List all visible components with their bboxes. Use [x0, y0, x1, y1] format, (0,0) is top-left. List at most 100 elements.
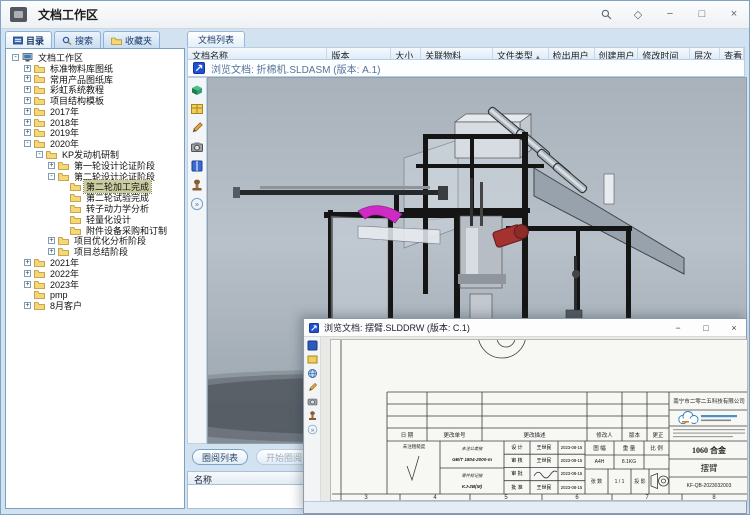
expand-icon[interactable]: +: [24, 97, 31, 104]
material: 1060 合金: [669, 441, 748, 459]
sign-role: 批 准: [504, 481, 530, 494]
book-icon[interactable]: [190, 158, 205, 173]
collapse-icon[interactable]: -: [36, 151, 43, 158]
expand-icon[interactable]: +: [24, 281, 31, 288]
tree-item[interactable]: +2017年: [6, 106, 184, 117]
col-version: 版本: [622, 428, 647, 441]
stamp-icon[interactable]: [190, 177, 205, 192]
roughness-note: 未注粗糙度: [389, 443, 439, 451]
camera-icon[interactable]: [307, 396, 318, 407]
tab-label: 目录: [26, 34, 44, 47]
tree-item-label[interactable]: 2023年: [48, 278, 81, 291]
folder-icon: [34, 118, 45, 127]
annotate-box-icon[interactable]: [307, 354, 318, 365]
browse-doc-icon: [309, 323, 319, 333]
expand-icon[interactable]: +: [24, 270, 31, 277]
titlebar: 文档工作区 ◇ − □ ×: [1, 1, 749, 29]
sidebar-tab-directory[interactable]: 目录: [5, 31, 52, 48]
window-title: 文档工作区: [38, 6, 98, 23]
zone-number: 5: [501, 494, 511, 501]
expand-toolbar-icon[interactable]: »: [307, 424, 318, 435]
svg-text:»: »: [195, 201, 199, 208]
tab-document-list[interactable]: 文档列表: [187, 31, 245, 47]
review-list-button[interactable]: 圈阅列表: [192, 449, 248, 465]
sign-name: 王世民: [530, 481, 558, 494]
folder-icon: [34, 258, 45, 267]
globe-icon[interactable]: [307, 368, 318, 379]
view-model-icon[interactable]: [190, 82, 205, 97]
collapse-icon[interactable]: -: [24, 140, 31, 147]
collapse-icon[interactable]: -: [12, 54, 19, 61]
refresh-icon[interactable]: ◇: [629, 6, 647, 22]
sidebar-tab-favorites[interactable]: 收藏夹: [103, 31, 160, 48]
tree-item[interactable]: +2023年: [6, 279, 184, 290]
close-button[interactable]: ×: [725, 6, 743, 22]
camera-icon[interactable]: [190, 139, 205, 154]
expand-icon[interactable]: +: [24, 108, 31, 115]
expand-icon[interactable]: +: [24, 259, 31, 266]
tree-item[interactable]: +项目总结阶段: [6, 246, 184, 257]
collapse-icon[interactable]: -: [48, 173, 55, 180]
drawing-sheet[interactable]: 南宁市二零二五科技有限公司 日 期 更改单号 更改描述 修改人 版本 更正 未注…: [330, 339, 748, 501]
folder-icon: [34, 96, 45, 105]
tree-item[interactable]: +8月客户: [6, 300, 184, 311]
folder-icon: [34, 269, 45, 278]
folder-icon: [58, 236, 69, 245]
tree-item[interactable]: pmp: [6, 290, 184, 301]
expand-icon[interactable]: +: [48, 248, 55, 255]
maximize-button[interactable]: □: [698, 320, 714, 335]
directory-tree: -文档工作区+标准物料库图纸+常用产品图纸库+彩虹系统教程+项目结构模板+201…: [5, 48, 185, 509]
tree-item[interactable]: +2019年: [6, 128, 184, 139]
sign-role: 设 计: [504, 441, 530, 454]
sign-date: 2023-08-15: [558, 481, 585, 494]
expand-icon[interactable]: +: [24, 75, 31, 82]
expand-icon[interactable]: +: [24, 129, 31, 136]
expand-icon[interactable]: +: [24, 86, 31, 93]
pencil-icon[interactable]: [190, 120, 205, 135]
folder-icon: [34, 128, 45, 137]
folder-icon: [70, 226, 81, 235]
format-label: 图 幅: [585, 441, 614, 455]
format-value: A4H: [585, 455, 614, 469]
sidebar-tab-search[interactable]: 搜索: [54, 31, 101, 48]
tree-item[interactable]: +项目结构模板: [6, 95, 184, 106]
maximize-button[interactable]: □: [693, 6, 711, 22]
folder-icon: [46, 150, 57, 159]
app-icon: [10, 7, 27, 22]
close-button[interactable]: ×: [726, 320, 742, 335]
tree-item-label[interactable]: 8月客户: [48, 299, 84, 312]
drawing-canvas[interactable]: 南宁市二零二五科技有限公司 日 期 更改单号 更改描述 修改人 版本 更正 未注…: [321, 337, 746, 501]
minimize-button[interactable]: −: [661, 6, 679, 22]
expand-icon[interactable]: +: [24, 119, 31, 126]
minimize-button[interactable]: −: [670, 320, 686, 335]
stamp-icon[interactable]: [307, 410, 318, 421]
tree-item[interactable]: +2021年: [6, 257, 184, 268]
tree-item[interactable]: +2022年: [6, 268, 184, 279]
expand-icon[interactable]: +: [24, 65, 31, 72]
zone-number: 3: [361, 494, 371, 501]
expand-toolbar-icon[interactable]: »: [190, 196, 205, 211]
col-modifier: 修改人: [587, 428, 622, 441]
zone-number: 8: [709, 494, 719, 501]
folder-icon: [34, 107, 45, 116]
mark-note-title: 零件标记按: [440, 471, 504, 481]
projection-label: 投 影: [631, 469, 649, 494]
expand-icon[interactable]: +: [24, 302, 31, 309]
company-fineprint-lines: [673, 429, 745, 437]
tolerance-standard: GB/T 1804-2000-m: [440, 454, 504, 464]
folder-icon: [111, 36, 122, 45]
col-date: 日 期: [387, 428, 427, 441]
folder-icon: [58, 172, 69, 181]
zone-number: 4: [430, 494, 440, 501]
scale-value: [644, 455, 669, 469]
expand-icon[interactable]: +: [48, 162, 55, 169]
annotate-box-icon[interactable]: [190, 101, 205, 116]
tree-item[interactable]: +2018年: [6, 117, 184, 128]
col-change-order: 更改单号: [427, 428, 482, 441]
pencil-icon[interactable]: [307, 382, 318, 393]
viewer3d-doc-strip: 浏览文档: 折棉机.SLDASM (版本: A.1): [187, 59, 745, 77]
signature-row: 审 核王世民2023-08-15: [504, 454, 585, 467]
expand-icon[interactable]: +: [48, 237, 55, 244]
document-icon[interactable]: [307, 340, 318, 351]
search-icon[interactable]: [597, 6, 615, 22]
